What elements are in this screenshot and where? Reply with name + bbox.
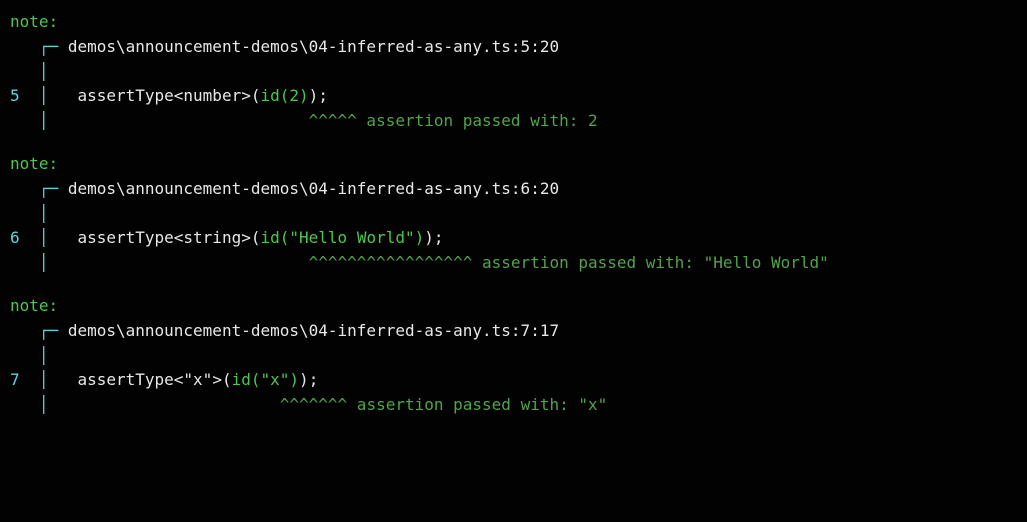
gutter-pipe: │	[10, 60, 1017, 85]
line-number: 5	[10, 86, 20, 105]
file-location-line: ┌─ demos\announcement-demos\04-inferred-…	[10, 319, 1017, 344]
gutter-pipe: │	[10, 202, 1017, 227]
code-assert: assertType	[77, 228, 173, 247]
pipe-icon: │	[39, 395, 78, 414]
pipe-icon: │	[39, 62, 49, 81]
pipe-icon: │	[20, 370, 78, 389]
pipe-icon: │	[39, 204, 49, 223]
code-generic-type: "x"	[183, 370, 212, 389]
note-keyword: note:	[10, 296, 58, 315]
note-keyword: note:	[10, 154, 58, 173]
diagnostic-note: note: ┌─ demos\announcement-demos\04-inf…	[10, 294, 1017, 418]
file-location-line: ┌─ demos\announcement-demos\04-inferred-…	[10, 35, 1017, 60]
code-line: 6 │ assertType<string>(id("Hello World")…	[10, 226, 1017, 251]
gutter-pipe: │	[10, 344, 1017, 369]
corner-icon: ┌─	[39, 179, 68, 198]
assertion-message: assertion passed with: 2	[357, 111, 598, 130]
code-call: id	[232, 370, 251, 389]
diagnostic-note: note: ┌─ demos\announcement-demos\04-inf…	[10, 152, 1017, 276]
assertion-result-line: │ ^^^^^^^ assertion passed with: "x"	[10, 393, 1017, 418]
note-label: note:	[10, 10, 1017, 35]
assertion-result-line: │ ^^^^^ assertion passed with: 2	[10, 109, 1017, 134]
assertion-result-line: │ ^^^^^^^^^^^^^^^^^ assertion passed wit…	[10, 251, 1017, 276]
code-assert: assertType	[77, 86, 173, 105]
code-line: 7 │ assertType<"x">(id("x"));	[10, 368, 1017, 393]
code-generic-type: string	[183, 228, 241, 247]
pipe-icon: │	[39, 346, 49, 365]
code-line: 5 │ assertType<number>(id(2));	[10, 84, 1017, 109]
code-generic-type: number	[183, 86, 241, 105]
caret-underline: ^^^^^	[309, 111, 357, 130]
corner-icon: ┌─	[39, 321, 68, 340]
line-number: 6	[10, 228, 20, 247]
code-assert: assertType	[77, 370, 173, 389]
code-arg: 2	[289, 86, 299, 105]
pipe-icon: │	[39, 111, 78, 130]
file-path: demos\announcement-demos\04-inferred-as-…	[68, 179, 559, 198]
file-location-line: ┌─ demos\announcement-demos\04-inferred-…	[10, 177, 1017, 202]
note-label: note:	[10, 294, 1017, 319]
corner-icon: ┌─	[39, 37, 68, 56]
code-call: id	[260, 228, 279, 247]
code-arg: "Hello World"	[289, 228, 414, 247]
line-number: 7	[10, 370, 20, 389]
pipe-icon: │	[20, 86, 78, 105]
note-label: note:	[10, 152, 1017, 177]
file-path: demos\announcement-demos\04-inferred-as-…	[68, 37, 559, 56]
pipe-icon: │	[39, 253, 78, 272]
diagnostic-note: note: ┌─ demos\announcement-demos\04-inf…	[10, 10, 1017, 134]
assertion-message: assertion passed with: "x"	[347, 395, 607, 414]
code-call: id	[260, 86, 279, 105]
caret-underline: ^^^^^^^^^^^^^^^^^	[309, 253, 473, 272]
caret-underline: ^^^^^^^	[280, 395, 347, 414]
assertion-message: assertion passed with: "Hello World"	[472, 253, 828, 272]
file-path: demos\announcement-demos\04-inferred-as-…	[68, 321, 559, 340]
code-arg: "x"	[261, 370, 290, 389]
pipe-icon: │	[20, 228, 78, 247]
note-keyword: note:	[10, 12, 58, 31]
